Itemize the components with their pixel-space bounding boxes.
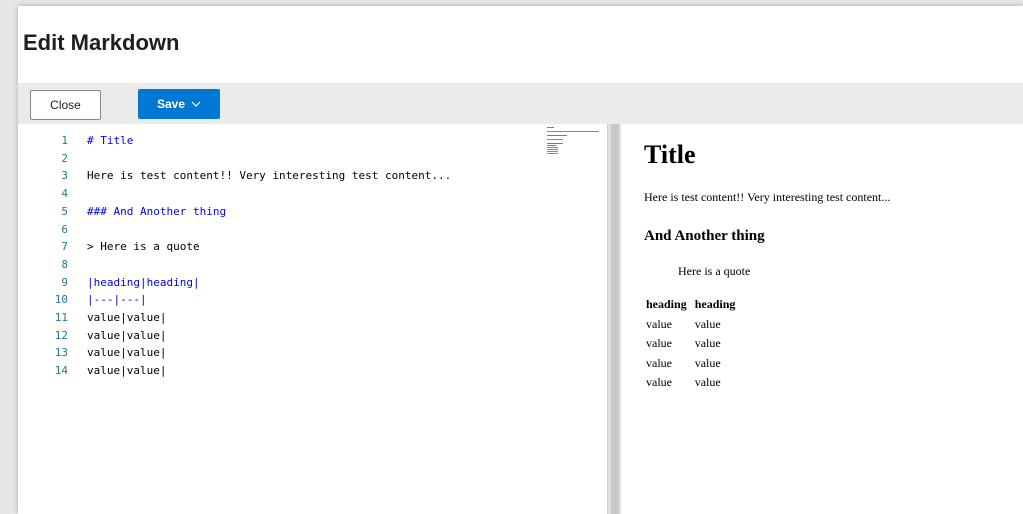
code-line: |heading|heading| [87,275,200,289]
line-number: 14 [54,364,68,378]
code-line: value|value| [87,364,167,378]
code-line: Here is test content!! Very interesting … [87,169,452,183]
line-number: 6 [61,222,68,236]
scrollbar-thumb[interactable] [611,124,619,514]
save-button[interactable]: Save [138,89,220,119]
save-button-label: Save [156,97,186,111]
preview-table: heading heading value value value value … [642,295,739,393]
line-number: 12 [54,328,68,342]
minimap-line [547,131,600,133]
table-header-cell: heading [646,297,687,312]
code-line: value|value| [87,311,167,324]
line-number: 11 [54,311,68,324]
line-number: 7 [61,240,68,254]
code-line: value|value| [87,328,167,342]
markdown-preview: Title Here is test content!! Very intere… [635,124,1023,514]
line-number: 3 [61,169,68,183]
line-number: 1 [61,134,68,147]
markdown-editor[interactable]: 1 # Title 2 3 Here is test content!! Very in… [20,124,607,514]
minimap-line [547,127,554,129]
editor-minimap[interactable] [547,127,603,157]
table-row: value value [642,373,739,393]
editor-scrollbar[interactable] [607,124,621,514]
chevron-down-icon [191,101,201,107]
code-line: value|value| [87,346,167,360]
line-number: 2 [61,151,68,165]
preview-heading-1: Title [644,140,696,169]
preview-heading-3: And Another thing [644,228,765,244]
table-cell: value [646,355,672,370]
preview-paragraph: Here is test content!! Very interesting … [644,190,891,204]
code-line: |---|---| [87,293,147,307]
minimap-line [547,153,559,155]
close-button[interactable]: Close [30,90,101,120]
line-number: 8 [61,257,68,271]
table-header-row: heading heading [642,295,739,315]
table-row: value value [642,315,739,335]
table-cell: value [694,355,721,370]
table-header-cell: heading [694,297,736,312]
dialog-title: Edit Markdown [23,30,180,55]
table-cell: value [646,316,672,331]
edit-markdown-dialog: Edit Markdown Close Save 1 # Title 2 3 Here … [18,6,1023,514]
minimap-line [547,139,564,141]
code-line: ### And Another thing [87,204,227,218]
line-number: 5 [61,204,68,218]
minimap-line [547,135,567,137]
toolbar: Close Save [18,83,1023,124]
line-number: 10 [54,293,68,307]
table-row: value value [642,354,739,374]
line-number: 13 [54,346,68,360]
table-cell: value [694,316,721,331]
preview-blockquote: Here is a quote [678,264,751,278]
table-cell: value [646,336,672,351]
line-number: 4 [61,187,68,201]
table-cell: value [694,375,721,390]
code-line: > Here is a quote [87,240,200,254]
line-number: 9 [61,275,68,289]
table-cell: value [646,375,672,390]
code-line: # Title [87,134,134,147]
table-row: value value [642,334,739,354]
table-cell: value [694,336,721,351]
